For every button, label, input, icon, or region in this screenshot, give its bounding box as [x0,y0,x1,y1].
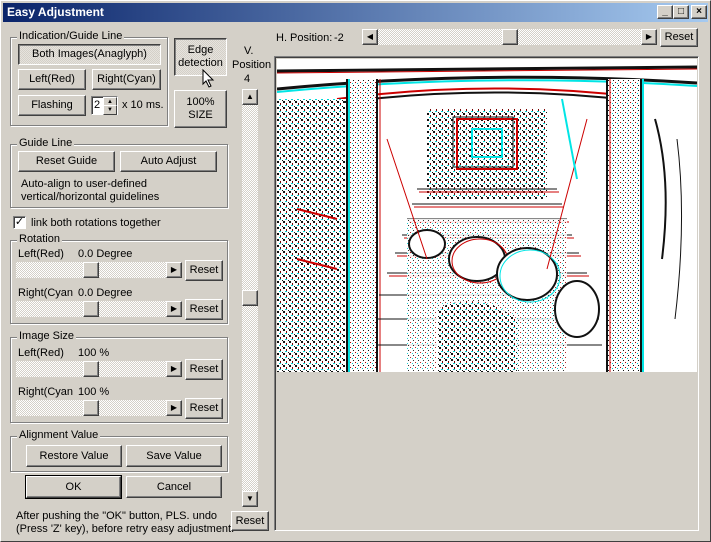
maximize-button[interactable]: □ [673,5,689,19]
rotation-right-reset-button[interactable]: Reset [185,299,223,320]
auto-adjust-button[interactable]: Auto Adjust [120,151,217,172]
size-left-slider[interactable]: ▶ [16,361,182,377]
v-position-thumb[interactable] [242,290,258,306]
rotation-left-right-icon[interactable]: ▶ [166,262,182,278]
rotation-right-right-icon[interactable]: ▶ [166,301,182,317]
v-position-value: 4 [244,73,251,85]
guide-desc-line1: Auto-align to user-defined [21,178,147,190]
flash-down-button[interactable]: ▼ [103,105,117,115]
size-right-thumb[interactable] [83,400,99,416]
ok-button[interactable]: OK [25,475,122,499]
save-value-button[interactable]: Save Value [126,445,222,467]
rotation-group-label: Rotation [17,233,62,245]
rotation-left-reset-button[interactable]: Reset [185,260,223,281]
size-right-value: 100 % [78,386,110,398]
size-left-label: Left(Red) [18,347,64,359]
preview-panel [274,56,699,531]
rotation-right-value: 0.0 Degree [78,287,133,299]
window-title: Easy Adjustment [7,5,104,19]
rotation-left-label: Left(Red) [18,248,64,260]
alignment-group-label: Alignment Value [17,429,101,441]
h-position-reset-button[interactable]: Reset [660,28,698,47]
link-rotations-checkbox[interactable]: ✓ [13,216,26,229]
size-left-right-icon[interactable]: ▶ [166,361,182,377]
easy-adjustment-window: Easy Adjustment _ □ × Indication/Guide L… [0,0,711,542]
size-left-value: 100 % [78,347,110,359]
size-left-thumb[interactable] [83,361,99,377]
minimize-button[interactable]: _ [657,5,673,19]
indication-group-label: Indication/Guide Line [17,30,125,42]
footer-note-line1: After pushing the "OK" button, PLS. undo [16,510,218,522]
h-position-thumb[interactable] [502,29,518,45]
close-button[interactable]: × [691,5,707,19]
guide-line-group-label: Guide Line [17,137,75,149]
rotation-right-label: Right(Cyan [18,287,74,299]
auto-adjust-label: Auto Adjust [140,155,197,167]
rotation-left-reset-label: Reset [189,264,219,276]
edge-detection-button[interactable]: Edge detection [174,38,227,76]
title-bar[interactable]: Easy Adjustment [3,3,708,22]
h-scroll-left-icon[interactable]: ◀ [362,29,378,45]
v-scroll-down-icon[interactable]: ▼ [242,491,258,507]
size-right-reset-button[interactable]: Reset [185,398,223,419]
size-right-right-icon[interactable]: ▶ [166,400,182,416]
v-position-reset-button[interactable]: Reset [231,511,269,531]
rotation-right-thumb[interactable] [83,301,99,317]
edge-detected-image [277,59,697,372]
save-value-label: Save Value [146,449,202,462]
ok-label: OK [65,480,82,493]
cancel-label: Cancel [156,480,192,493]
left-red-button[interactable]: Left(Red) [18,69,86,90]
h-position-label: H. Position: [276,32,333,44]
link-rotations-label: link both rotations together [31,217,161,229]
right-cyan-button[interactable]: Right(Cyan) [92,69,161,90]
checkmark-icon: ✓ [14,216,25,228]
size-right-label: Right(Cyan [18,386,74,398]
guide-desc-line2: vertical/horizontal guidelines [21,191,160,203]
rotation-right-reset-label: Reset [189,303,219,315]
footer-note-line2: (Press 'Z' key), before retry easy adjus… [16,523,235,535]
reset-guide-button[interactable]: Reset Guide [18,151,115,172]
restore-value-label: Restore Value [39,449,109,462]
flashing-label: Flashing [31,99,73,111]
anaglyph-preview-image[interactable] [277,59,697,372]
size-left-reset-label: Reset [189,363,219,375]
h-scroll-right-icon[interactable]: ▶ [641,29,657,45]
flash-unit-label: x 10 ms. [122,99,164,111]
right-cyan-label: Right(Cyan) [97,73,156,85]
size-right-slider[interactable]: ▶ [16,400,182,416]
size-100-line1: 100% [186,96,215,108]
rotation-left-thumb[interactable] [83,262,99,278]
h-position-value: -2 [334,32,344,44]
cancel-button[interactable]: Cancel [126,476,222,498]
v-scroll-up-icon[interactable]: ▲ [242,89,258,105]
v-position-label-1: V. [244,45,254,57]
v-position-label-2: Position [232,59,272,71]
edge-detection-line1: Edge [187,44,214,56]
both-images-button[interactable]: Both Images(Anaglyph) [18,44,161,65]
edge-detection-line2: detection [178,57,223,69]
flashing-button[interactable]: Flashing [18,95,86,116]
size-100-line2: SIZE [188,109,213,121]
mouse-cursor-icon [202,69,215,88]
reset-guide-label: Reset Guide [35,155,98,167]
rotation-left-value: 0.0 Degree [78,248,133,260]
size-right-reset-label: Reset [189,402,219,414]
v-position-scrollbar[interactable]: ▲ ▼ [242,89,258,507]
image-size-group-label: Image Size [17,330,77,342]
both-images-label: Both Images(Anaglyph) [32,48,147,60]
restore-value-button[interactable]: Restore Value [26,445,122,467]
h-position-reset-label: Reset [664,31,694,43]
left-red-label: Left(Red) [29,73,75,85]
flash-interval-value: 2 [94,99,101,111]
rotation-left-slider[interactable]: ▶ [16,262,182,278]
size-100-button[interactable]: 100% SIZE [174,90,227,128]
h-position-scrollbar[interactable]: ◀ ▶ [362,29,657,45]
size-left-reset-button[interactable]: Reset [185,359,223,380]
v-position-reset-label: Reset [235,514,265,527]
rotation-right-slider[interactable]: ▶ [16,301,182,317]
